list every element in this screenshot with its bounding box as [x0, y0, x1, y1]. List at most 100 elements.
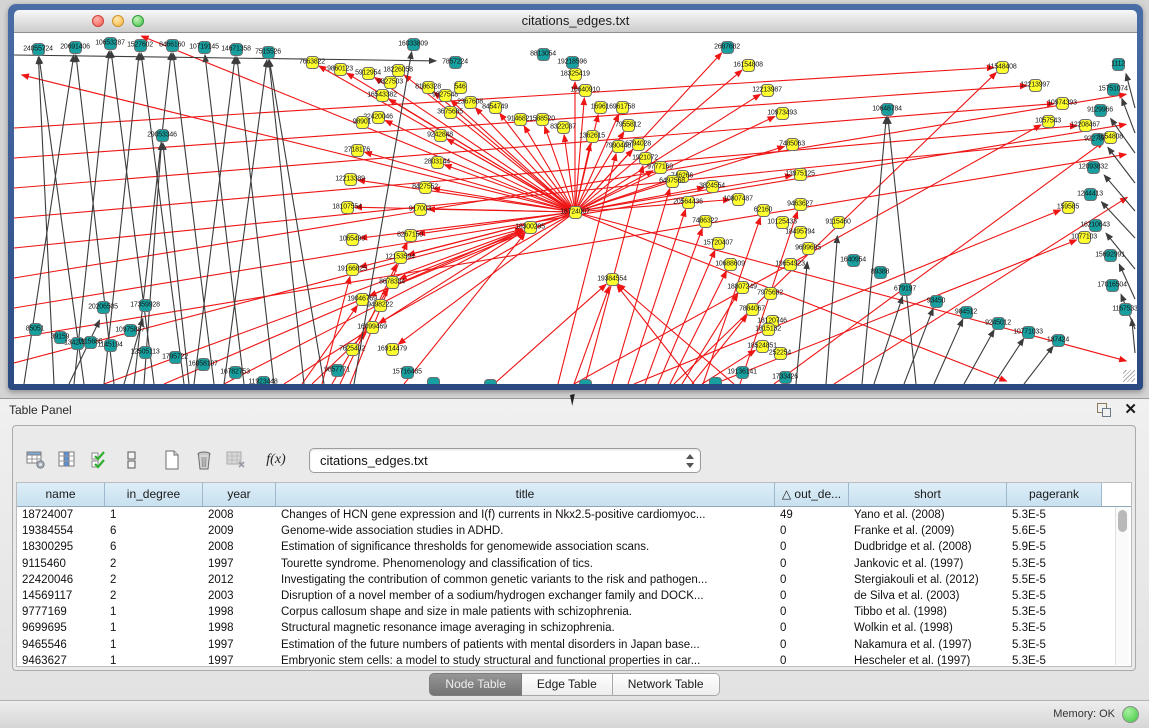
- graph-node[interactable]: [454, 81, 467, 94]
- graph-node[interactable]: [899, 283, 912, 296]
- graph-node[interactable]: [392, 64, 405, 77]
- graph-node[interactable]: [930, 295, 943, 308]
- graph-node[interactable]: [362, 67, 375, 80]
- graph-node[interactable]: [579, 84, 592, 97]
- graph-node[interactable]: [71, 337, 84, 350]
- graph-node[interactable]: [606, 273, 619, 286]
- graph-node[interactable]: [104, 339, 117, 352]
- graph-node[interactable]: [802, 242, 815, 255]
- graph-node[interactable]: [394, 251, 407, 264]
- tab-node-table[interactable]: Node Table: [429, 673, 522, 696]
- graph-node[interactable]: [776, 216, 789, 229]
- graph-node[interactable]: [746, 303, 759, 316]
- window-resize-grip-icon[interactable]: [1123, 370, 1135, 382]
- graph-node[interactable]: [536, 113, 549, 126]
- graph-node[interactable]: [427, 377, 440, 385]
- network-window[interactable]: citations_edges.txt 24055724206914061065…: [8, 4, 1143, 390]
- graph-node[interactable]: [407, 38, 420, 51]
- graph-node[interactable]: [774, 347, 787, 360]
- graph-node[interactable]: [386, 276, 399, 289]
- graph-node[interactable]: [1042, 115, 1055, 128]
- graph-node[interactable]: [376, 89, 389, 102]
- graph-node[interactable]: [709, 377, 722, 385]
- graph-node[interactable]: [1089, 219, 1102, 232]
- graph-node[interactable]: [616, 101, 629, 114]
- graph-node[interactable]: [1078, 231, 1091, 244]
- graph-node[interactable]: [1084, 188, 1097, 201]
- graph-node[interactable]: [1106, 279, 1119, 292]
- graph-node[interactable]: [632, 138, 645, 151]
- graph-node[interactable]: [431, 156, 444, 169]
- graph-node[interactable]: [569, 68, 582, 81]
- graph-node[interactable]: [732, 193, 745, 206]
- graph-node[interactable]: [414, 203, 427, 216]
- graph-node[interactable]: [724, 258, 737, 271]
- graph-node[interactable]: [139, 299, 152, 312]
- graph-node[interactable]: [229, 366, 242, 379]
- show-column-button[interactable]: [55, 447, 81, 473]
- graph-node[interactable]: [1087, 161, 1100, 174]
- graph-node[interactable]: [569, 206, 582, 219]
- graph-node[interactable]: [992, 317, 1005, 330]
- graph-node[interactable]: [557, 121, 570, 134]
- graph-node[interactable]: [757, 204, 770, 217]
- graph-node[interactable]: [84, 336, 97, 349]
- graph-node[interactable]: [699, 215, 712, 228]
- table-row[interactable]: 969969511998Structural magnetic resonanc…: [17, 620, 1131, 636]
- graph-node[interactable]: [356, 293, 369, 306]
- graph-node[interactable]: [404, 229, 417, 242]
- table-row[interactable]: 977716911998Corpus callosum shape and si…: [17, 604, 1131, 620]
- graph-node[interactable]: [794, 198, 807, 211]
- graph-node[interactable]: [832, 216, 845, 229]
- graph-node[interactable]: [1094, 104, 1107, 117]
- table-row[interactable]: 911546021997Tourette syndrome. Phenomeno…: [17, 556, 1131, 572]
- graph-node[interactable]: [139, 346, 152, 359]
- graph-node[interactable]: [124, 324, 137, 337]
- graph-node[interactable]: [419, 181, 432, 194]
- graph-node[interactable]: [346, 343, 359, 356]
- graph-node[interactable]: [712, 237, 725, 250]
- graph-node[interactable]: [104, 37, 117, 50]
- graph-node[interactable]: [639, 152, 652, 165]
- graph-node[interactable]: [786, 138, 799, 151]
- graph-node[interactable]: [484, 379, 497, 385]
- graph-node[interactable]: [1112, 58, 1125, 71]
- table-mode-button[interactable]: [23, 447, 49, 473]
- network-window-titlebar[interactable]: citations_edges.txt: [14, 10, 1137, 33]
- graph-node[interactable]: [166, 39, 179, 52]
- graph-node[interactable]: [366, 321, 379, 334]
- graph-node[interactable]: [169, 351, 182, 364]
- close-panel-icon[interactable]: ✕: [1124, 400, 1137, 418]
- graph-node[interactable]: [736, 281, 749, 294]
- graph-node[interactable]: [654, 161, 667, 174]
- graph-node[interactable]: [756, 340, 769, 353]
- graph-node[interactable]: [1104, 131, 1117, 144]
- column-header-year[interactable]: year: [203, 483, 276, 506]
- new-table-button[interactable]: [159, 447, 185, 473]
- table-row[interactable]: 946554611997Estimation of the future num…: [17, 637, 1131, 653]
- graph-node[interactable]: [579, 379, 592, 385]
- graph-node[interactable]: [794, 226, 807, 239]
- graph-node[interactable]: [372, 111, 385, 124]
- graph-node[interactable]: [341, 201, 354, 214]
- tab-edge-table[interactable]: Edge Table: [522, 673, 613, 696]
- column-header-short[interactable]: short: [849, 483, 1007, 506]
- graph-node[interactable]: [764, 287, 777, 300]
- graph-node[interactable]: [960, 306, 973, 319]
- graph-node[interactable]: [346, 263, 359, 276]
- network-canvas[interactable]: 2405572420691406106532871527602846616010…: [14, 33, 1137, 384]
- graph-node[interactable]: [156, 129, 169, 142]
- graph-node[interactable]: [586, 130, 599, 143]
- column-header-title[interactable]: title: [276, 483, 775, 506]
- graph-node[interactable]: [489, 101, 502, 114]
- table-row[interactable]: 1872400712008Changes of HCN gene express…: [17, 507, 1131, 523]
- column-header-name[interactable]: name: [17, 483, 105, 506]
- graph-node[interactable]: [306, 56, 319, 69]
- graph-node[interactable]: [356, 116, 369, 129]
- table-scrollbar[interactable]: [1115, 507, 1129, 665]
- graph-node[interactable]: [384, 76, 397, 89]
- graph-node[interactable]: [1062, 201, 1075, 214]
- graph-node[interactable]: [566, 56, 579, 69]
- graph-node[interactable]: [881, 103, 894, 116]
- graph-node[interactable]: [32, 43, 45, 56]
